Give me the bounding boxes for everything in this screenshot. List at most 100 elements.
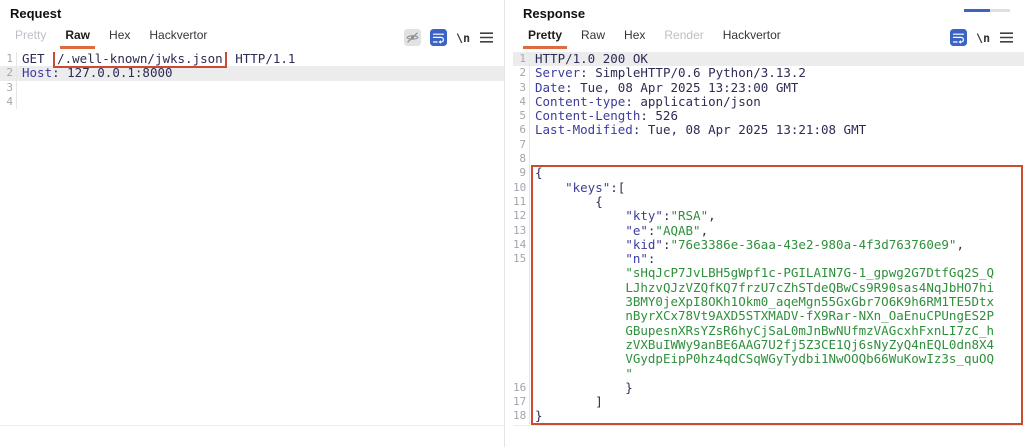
json-key: "kid"	[625, 237, 663, 252]
response-editor[interactable]: 1HTTP/1.0 200 OK2Server: SimpleHTTP/0.6 …	[513, 52, 1024, 426]
request-icon-bar: \n	[404, 29, 494, 49]
header-name: Content-Length	[535, 108, 640, 123]
message-editor-split: Request PrettyRawHexHackvertor \n 1GET /…	[0, 0, 1024, 447]
row-text: Content-Length: 526	[530, 109, 1024, 123]
header-name: Last-Modified	[535, 122, 633, 137]
line-number	[513, 338, 530, 352]
json-key: "keys"	[565, 180, 610, 195]
menu-icon[interactable]	[999, 31, 1014, 44]
code-row: 9{	[513, 166, 1024, 180]
code-row: 16 }	[513, 381, 1024, 395]
request-editor[interactable]: 1GET /.well-known/jwks.json HTTP/1.12Hos…	[0, 52, 504, 426]
line-number: 7	[513, 138, 530, 152]
row-text: "keys":[	[530, 181, 1024, 195]
line-number: 12	[513, 209, 530, 223]
code-text	[535, 223, 625, 238]
mini-horizontal-scrollbar[interactable]	[964, 9, 1010, 12]
code-text: : 127.0.0.1:8000	[52, 65, 172, 80]
word-wrap-icon[interactable]	[950, 29, 967, 46]
code-row: 5Content-Length: 526	[513, 109, 1024, 123]
line-number: 14	[513, 238, 530, 252]
code-row: 10 "keys":[	[513, 181, 1024, 195]
code-row-wrapped: "sHqJcP7JvLBH5gWpf1c-PGILAIN7G-1_gpwg2G7…	[513, 266, 1024, 280]
code-row: 11 {	[513, 195, 1024, 209]
tab-pretty[interactable]: Pretty	[523, 26, 567, 49]
row-text: {	[530, 195, 1024, 209]
json-key: "kty"	[625, 208, 663, 223]
line-number: 9	[513, 166, 530, 180]
line-number: 3	[0, 81, 17, 95]
code-text: ,	[956, 237, 964, 252]
tab-raw[interactable]: Raw	[60, 26, 95, 49]
line-number: 18	[513, 409, 530, 423]
line-number: 15	[513, 252, 530, 266]
code-row: 8	[513, 152, 1024, 166]
request-tabs: Pretty Raw Hex Hackvertor	[10, 26, 221, 49]
code-row-wrapped: LJhzvQJzVZQfKQ7frzU7cZhSTdeQBwCs9R90sas4…	[513, 281, 1024, 295]
code-text	[535, 251, 625, 266]
line-number: 4	[513, 95, 530, 109]
code-row-wrapped: 3BMY0jeXpI8OKh1Okm0_aqeMgn55GxGbr7O6K9h6…	[513, 295, 1024, 309]
row-text: GET /.well-known/jwks.json HTTP/1.1	[17, 52, 504, 66]
word-wrap-icon[interactable]	[430, 29, 447, 46]
code-text: ,	[708, 208, 716, 223]
json-key: "n"	[625, 251, 648, 266]
line-number: 10	[513, 181, 530, 195]
line-number: 16	[513, 381, 530, 395]
tab-hex[interactable]: Hex	[104, 26, 135, 49]
line-number: 17	[513, 395, 530, 409]
tab-hackvertor[interactable]: Hackvertor	[144, 26, 212, 49]
row-text: {	[530, 166, 1024, 180]
line-number: 4	[0, 95, 17, 109]
newline-icon[interactable]: \n	[976, 31, 990, 45]
code-text: }	[535, 408, 543, 423]
line-number	[513, 309, 530, 323]
code-text	[535, 208, 625, 223]
row-text: ]	[530, 395, 1024, 409]
row-text	[530, 152, 1024, 166]
line-number	[513, 352, 530, 366]
line-number: 3	[513, 81, 530, 95]
request-panel: Request PrettyRawHexHackvertor \n 1GET /…	[0, 0, 505, 447]
tab-pretty[interactable]: Pretty	[10, 26, 51, 49]
row-text: LJhzvQJzVZQfKQ7frzU7cZhSTdeQBwCs9R90sas4…	[530, 281, 1024, 295]
jwk-n-value-segment: VGydpEipP0hz4qdCSqWGyTydbi1NwOOQb66WuKow…	[625, 351, 994, 366]
response-panel-title: Response	[513, 4, 1024, 26]
code-row: 12 "kty":"RSA",	[513, 209, 1024, 223]
code-text: {	[535, 194, 603, 209]
code-row: 14 "kid":"76e3386e-36aa-43e2-980a-4f3d76…	[513, 238, 1024, 252]
code-row-wrapped: GBupesnXRsYZsR6hyCjSaL0mJnBwNUfmzVAGcxhF…	[513, 324, 1024, 338]
row-text: "	[530, 367, 1024, 381]
line-number: 2	[513, 66, 530, 80]
line-number: 6	[513, 123, 530, 137]
row-text: "sHqJcP7JvLBH5gWpf1c-PGILAIN7G-1_gpwg2G7…	[530, 266, 1024, 280]
tab-render[interactable]: Render	[659, 26, 708, 49]
tab-raw[interactable]: Raw	[576, 26, 610, 49]
line-number	[513, 295, 530, 309]
code-text: HTTP/1.1	[228, 52, 296, 66]
row-text: Host: 127.0.0.1:8000	[17, 66, 504, 80]
row-text: GBupesnXRsYZsR6hyCjSaL0mJnBwNUfmzVAGcxhF…	[530, 324, 1024, 338]
jwk-n-value-segment: "	[625, 366, 633, 381]
row-text: "kid":"76e3386e-36aa-43e2-980a-4f3d76376…	[530, 238, 1024, 252]
response-panel: Response Pretty Raw Hex Render Hackvertor \n…	[513, 0, 1024, 447]
response-tabs: Pretty Raw Hex Render Hackvertor	[523, 26, 795, 49]
line-number	[513, 367, 530, 381]
line-number: 11	[513, 195, 530, 209]
header-name: Host	[22, 65, 52, 80]
eye-off-icon[interactable]	[404, 29, 421, 46]
newline-icon[interactable]: \n	[456, 31, 470, 45]
line-number: 2	[0, 66, 17, 80]
tab-hackvertor[interactable]: Hackvertor	[718, 26, 786, 49]
code-row: 18}	[513, 409, 1024, 423]
menu-icon[interactable]	[479, 31, 494, 44]
tab-hex[interactable]: Hex	[619, 26, 650, 49]
code-text: ,	[701, 223, 709, 238]
code-text: : Tue, 08 Apr 2025 13:23:00 GMT	[565, 80, 798, 95]
code-text: ]	[535, 394, 603, 409]
code-row: 1GET /.well-known/jwks.json HTTP/1.1	[0, 52, 504, 66]
code-text	[535, 237, 625, 252]
scrollbar-thumb[interactable]	[964, 9, 990, 12]
code-row: 4	[0, 95, 504, 109]
code-row: 7	[513, 138, 1024, 152]
